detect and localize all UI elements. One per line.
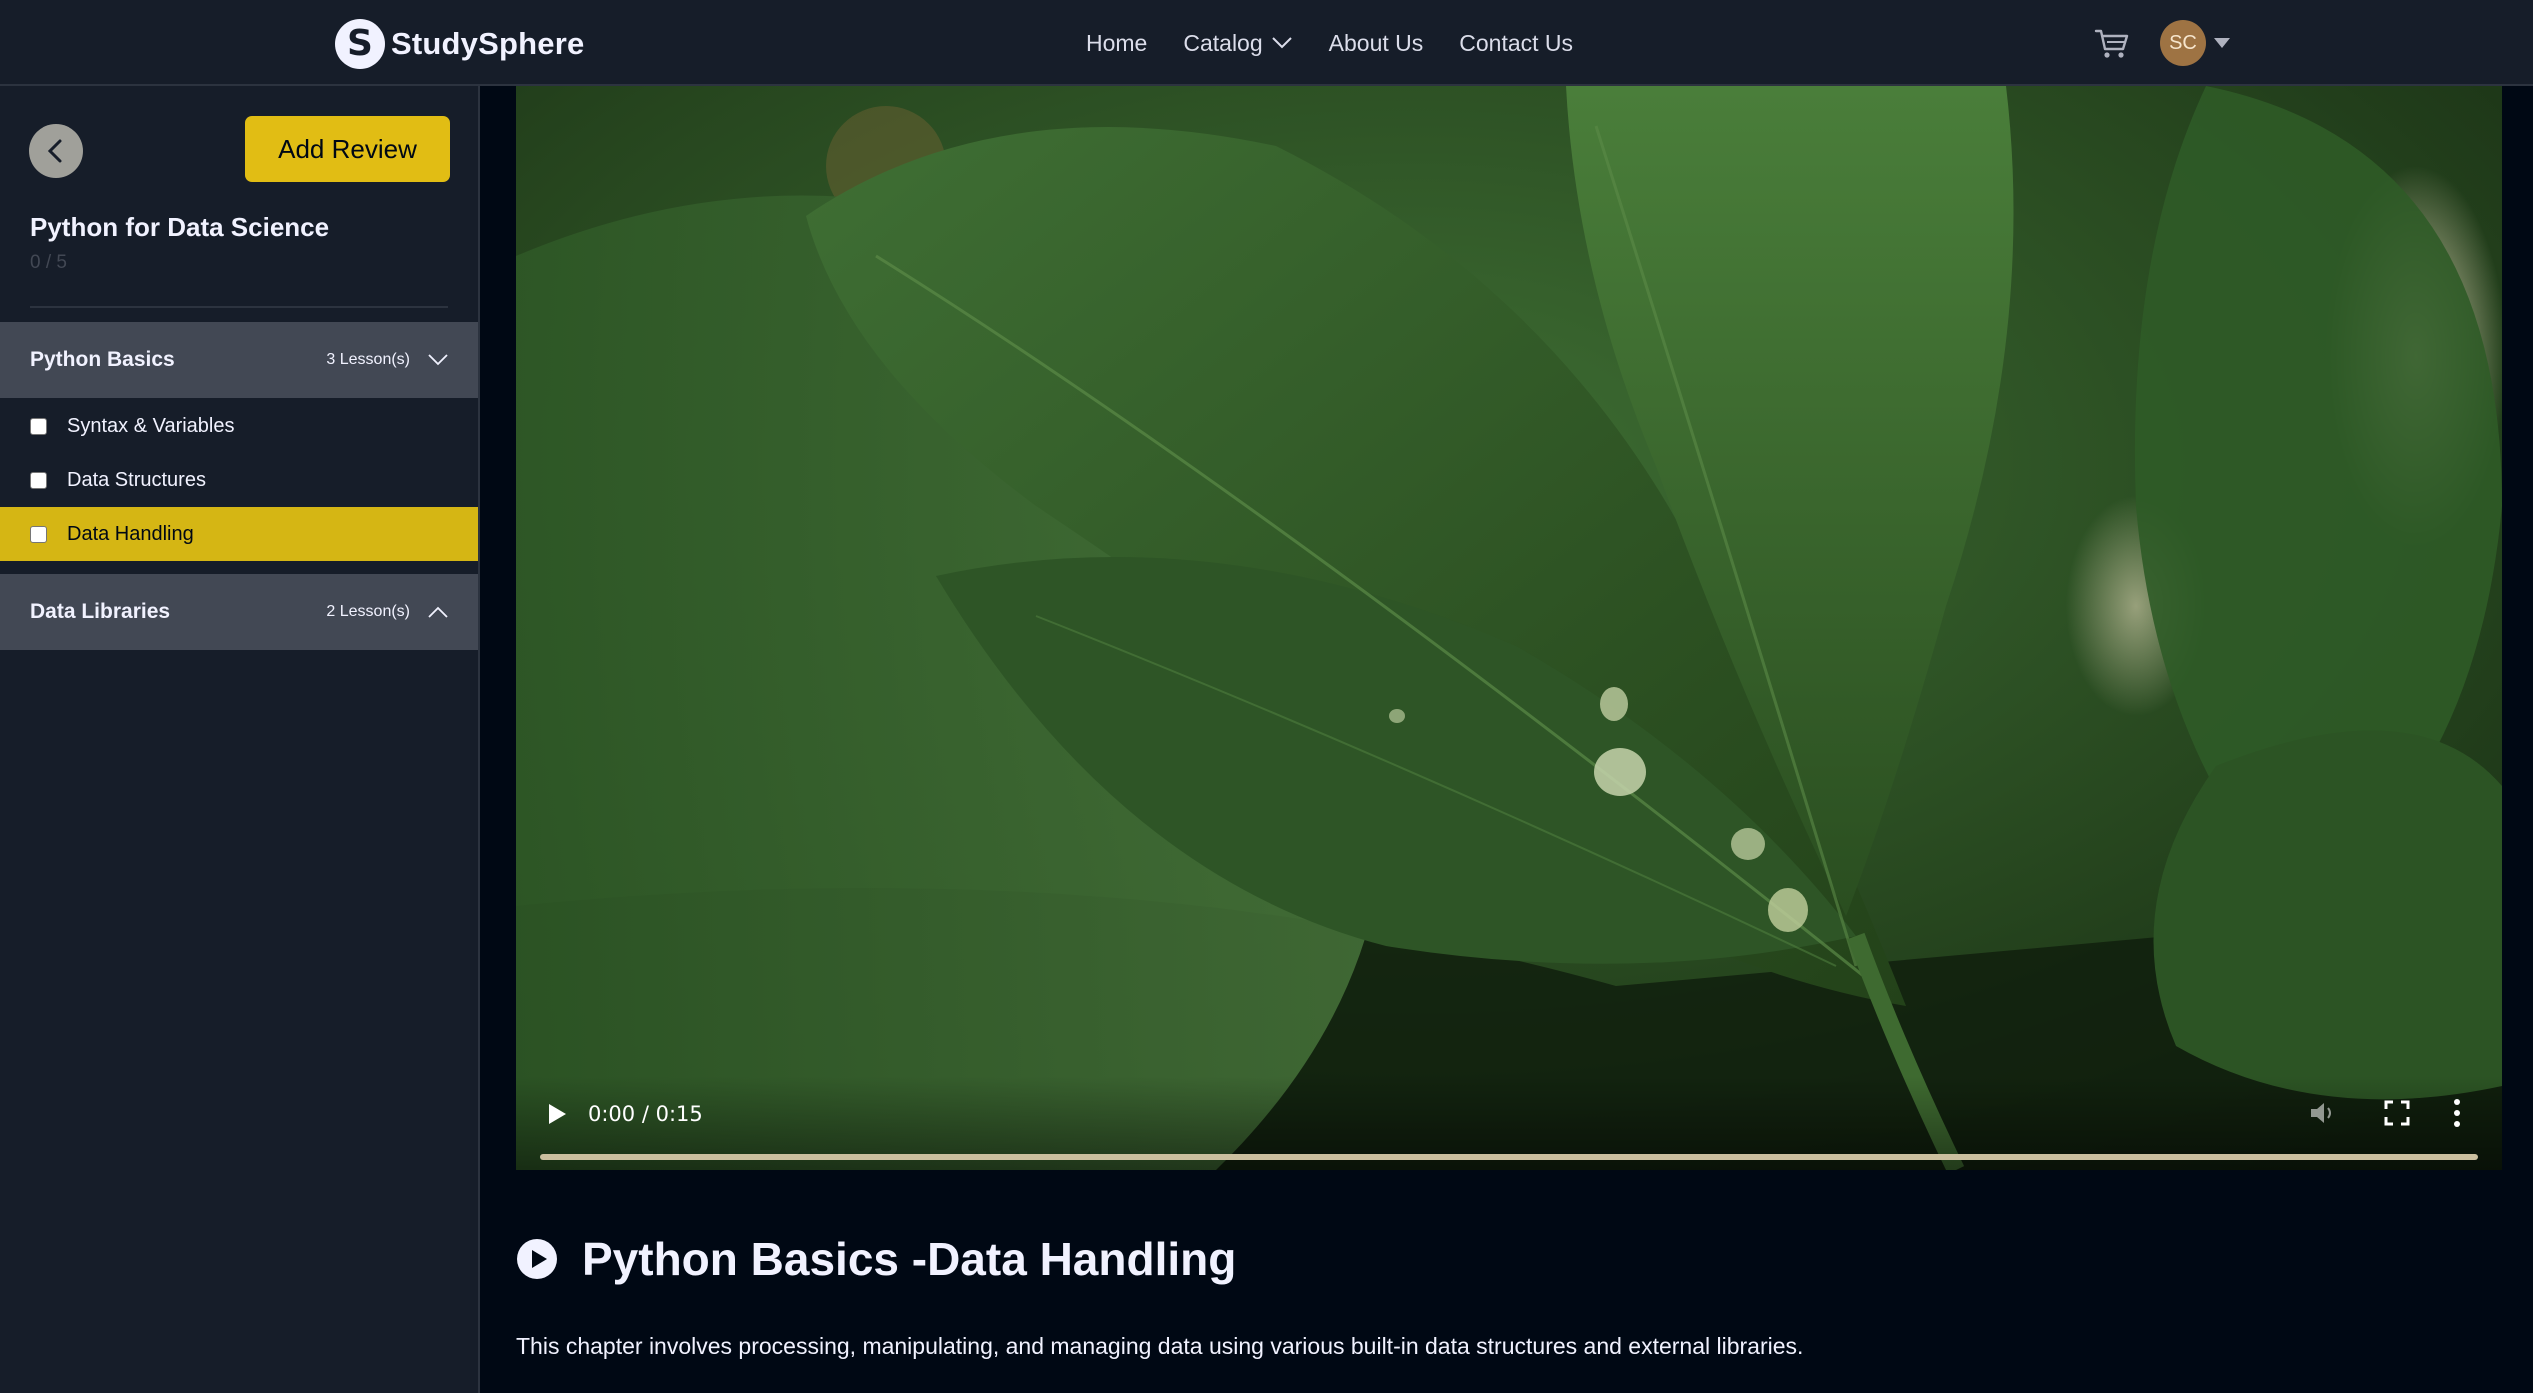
lesson-item-data-structures[interactable]: Data Structures (0, 453, 478, 507)
top-navbar: S StudySphere Home Catalog About Us Cont… (0, 0, 2533, 86)
nav-catalog-dropdown[interactable]: Catalog (1183, 30, 1292, 57)
video-frame-leaves (516, 86, 2502, 1170)
chevron-down-icon (428, 354, 448, 366)
play-circle-icon[interactable] (516, 1238, 558, 1280)
video-controls: 0:00 / 0:15 (516, 1076, 2502, 1170)
more-options-icon[interactable] (2452, 1098, 2462, 1128)
section-lesson-count: 3 Lesson(s) (326, 351, 410, 368)
chevron-up-icon (428, 606, 448, 618)
play-icon[interactable] (546, 1102, 568, 1126)
lesson-item-syntax-variables[interactable]: Syntax & Variables (0, 399, 478, 453)
lesson-description: This chapter involves processing, manipu… (516, 1333, 1804, 1359)
nav-user-area: SC (2092, 20, 2230, 66)
chevron-down-icon (1271, 37, 1292, 49)
caret-down-icon[interactable] (2214, 38, 2230, 48)
brand-logo[interactable]: S StudySphere (335, 19, 584, 69)
section-lesson-count: 2 Lesson(s) (326, 603, 410, 620)
section-python-basics[interactable]: Python Basics 3 Lesson(s) (0, 322, 478, 398)
main-nav: Home Catalog About Us Contact Us (1086, 0, 1573, 86)
nav-catalog-label: Catalog (1183, 29, 1263, 56)
logo-mark-icon: S (335, 19, 385, 69)
lesson-checkbox[interactable] (30, 525, 47, 543)
brand-name: StudySphere (391, 26, 585, 61)
nav-home-link[interactable]: Home (1086, 30, 1147, 57)
divider (30, 306, 448, 308)
section-title: Python Basics (30, 348, 175, 371)
course-progress: 0 / 5 (30, 252, 67, 273)
lesson-checkbox[interactable] (30, 417, 47, 435)
chevron-left-icon (47, 139, 62, 163)
lesson-item-data-handling[interactable]: Data Handling (0, 507, 478, 561)
video-time: 0:00 / 0:15 (588, 1102, 703, 1126)
lesson-title: Python Basics -Data Handling (582, 1233, 1237, 1285)
lesson-checkbox[interactable] (30, 471, 47, 489)
volume-muted-icon[interactable] (2308, 1098, 2338, 1128)
lesson-heading: Python Basics -Data Handling (516, 1232, 1236, 1286)
course-sidebar: Add Review Python for Data Science 0 / 5… (0, 86, 480, 1393)
lesson-label: Data Structures (67, 468, 206, 491)
lesson-label: Syntax & Variables (67, 414, 235, 437)
lesson-label: Data Handling (67, 522, 194, 545)
section-data-libraries[interactable]: Data Libraries 2 Lesson(s) (0, 574, 478, 650)
video-player[interactable]: 0:00 / 0:15 (516, 86, 2502, 1170)
cart-icon[interactable] (2092, 23, 2132, 63)
back-button[interactable] (29, 124, 83, 178)
nav-about-link[interactable]: About Us (1329, 30, 1424, 57)
fullscreen-icon[interactable] (2384, 1100, 2410, 1126)
add-review-button[interactable]: Add Review (245, 116, 450, 182)
video-progress-bar[interactable] (540, 1154, 2478, 1160)
nav-contact-link[interactable]: Contact Us (1459, 30, 1573, 57)
section-title: Data Libraries (30, 600, 171, 623)
user-avatar[interactable]: SC (2160, 20, 2206, 66)
course-title: Python for Data Science (30, 212, 330, 242)
